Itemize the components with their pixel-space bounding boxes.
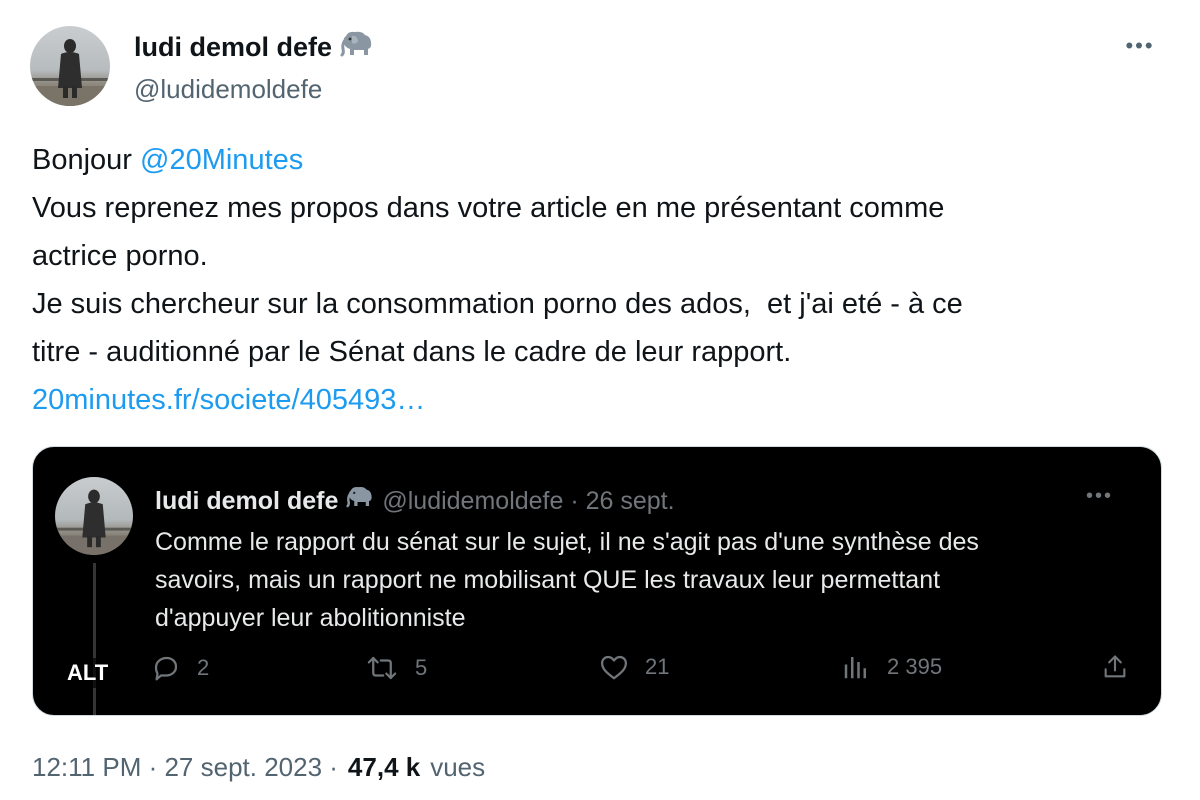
author-display-name[interactable]: ludi demol defe [134,32,332,62]
quoted-actions: 2 5 21 2 395 [151,653,1126,689]
retweet-icon [365,653,399,683]
tweet-line-2: Vous reprenez mes propos dans votre arti… [32,192,945,224]
quoted-more-dots-icon: ••• [1085,485,1113,507]
share-icon [1101,653,1129,681]
elephant-icon [340,30,374,64]
more-options-button[interactable]: ••• [1120,33,1160,58]
views-label: vues [430,752,486,782]
more-dots-icon: ••• [1125,33,1155,58]
quoted-elephant-icon [346,485,374,516]
article-link[interactable]: 20minutes.fr/societe/405493… [32,384,425,416]
retweet-count: 5 [415,655,428,680]
tweet-footer: 12:11 PM · 27 sept. 2023 · 47,4 k vues [32,752,485,783]
quoted-views-stat: 2 395 [841,653,942,681]
author-display-name-row[interactable]: ludi demol defe [134,30,374,64]
tweet-line-6: 20minutes.fr/societe/405493… [32,376,1172,424]
tweet-line-4: Je suis chercheur sur la consommation po… [32,288,963,320]
quoted-like-stat: 21 [599,653,669,681]
quoted-line-1: Comme le rapport du sénat sur le sujet, … [155,528,979,556]
quoted-retweet-stat: 5 [365,653,427,683]
like-count: 21 [645,654,670,679]
views-count-quoted: 2 395 [887,654,943,679]
quoted-text: Comme le rapport du sénat sur le sujet, … [155,523,1135,637]
alt-badge[interactable]: ALT [63,658,113,688]
views-count: 47,4 k [347,752,421,782]
tweet-line-1: Bonjour @20Minutes [32,136,1172,184]
tweet-line-3: actrice porno. [32,240,208,272]
heart-icon [599,653,629,681]
author-handle[interactable]: @ludidemoldefe [134,74,374,104]
timestamp[interactable]: 12:11 PM · 27 sept. 2023 · [32,752,338,783]
reply-count: 2 [197,655,210,680]
thread-line [93,563,96,715]
author-avatar[interactable] [30,26,110,106]
greeting-text: Bonjour [32,144,141,176]
quoted-line-3: d'appuyer leur abolitionniste [155,604,466,632]
quoted-reply-stat: 2 [151,653,209,683]
quoted-handle-date: @ludidemoldefe · 26 sept. [382,486,675,515]
quoted-header: ludi demol defe @ludidemoldefe · 26 sept… [155,485,675,516]
author-block: ludi demol defe @ludidemoldefe [134,30,374,104]
tweet-line-5: titre - auditionné par le Sénat dans le … [32,336,792,368]
reply-icon [151,653,181,683]
quoted-display-name: ludi demol defe [155,486,339,515]
attached-image[interactable]: ludi demol defe @ludidemoldefe · 26 sept… [32,446,1162,716]
quoted-share [1101,653,1129,681]
quoted-author-avatar [55,477,133,555]
mention-link[interactable]: @20Minutes [140,144,303,176]
tweet-text: Bonjour @20Minutes Vous reprenez mes pro… [32,136,1172,424]
analytics-icon [841,653,871,681]
quoted-line-2: savoirs, mais un rapport ne mobilisant Q… [155,566,941,594]
